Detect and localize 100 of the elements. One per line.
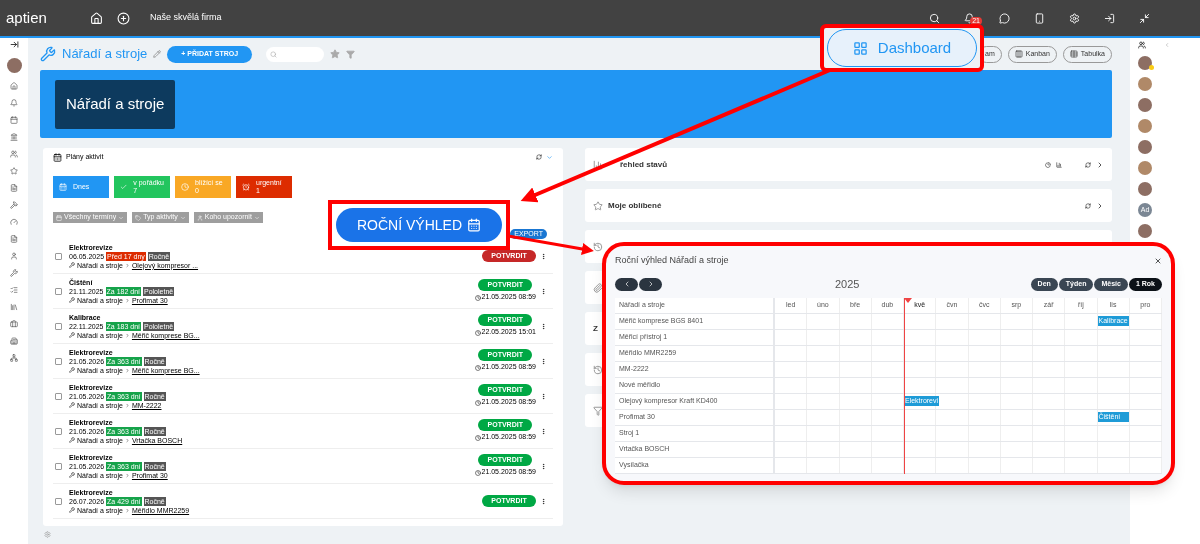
tag-icon bbox=[135, 214, 142, 221]
nav-icon[interactable] bbox=[10, 235, 18, 243]
chevron-icon bbox=[124, 437, 130, 443]
chevron-icon bbox=[179, 214, 186, 221]
check-icon bbox=[120, 183, 128, 191]
row-checkbox[interactable] bbox=[55, 497, 62, 505]
avatar[interactable] bbox=[1138, 77, 1152, 91]
search-icon[interactable] bbox=[929, 12, 940, 24]
columns-icon bbox=[1014, 50, 1023, 58]
home-icon[interactable] bbox=[90, 11, 103, 25]
previous-button[interactable] bbox=[615, 277, 638, 291]
avatar[interactable] bbox=[1138, 182, 1152, 196]
nav-icon[interactable] bbox=[10, 82, 18, 90]
row-checkbox[interactable] bbox=[55, 462, 62, 470]
avatar[interactable] bbox=[1138, 119, 1152, 133]
nav-icon[interactable] bbox=[10, 99, 18, 107]
year-view-button[interactable]: ROČNÍ VÝHLED bbox=[336, 208, 502, 242]
user-avatar[interactable] bbox=[6, 58, 22, 73]
tools-icon bbox=[69, 437, 75, 443]
star-icon bbox=[593, 200, 603, 211]
tools-icon bbox=[40, 46, 56, 62]
banner-title: Nářadí a stroje bbox=[55, 79, 176, 129]
avatar[interactable] bbox=[1138, 161, 1152, 175]
clock-icon bbox=[474, 294, 481, 301]
paperclip-icon bbox=[593, 282, 603, 293]
company-name[interactable]: Naše skvělá firma bbox=[150, 11, 222, 25]
close-icon[interactable] bbox=[1154, 257, 1162, 265]
chevron-icon bbox=[124, 367, 130, 373]
nav-icon[interactable] bbox=[10, 184, 18, 192]
chevron-icon[interactable] bbox=[1096, 201, 1104, 210]
table-icon bbox=[1069, 50, 1078, 58]
chat-icon[interactable] bbox=[999, 12, 1010, 24]
avatar[interactable] bbox=[1138, 56, 1152, 70]
row-checkbox[interactable] bbox=[55, 252, 62, 260]
nav-icon[interactable] bbox=[10, 269, 18, 277]
chevron-icon bbox=[124, 332, 130, 338]
row-checkbox[interactable] bbox=[55, 287, 62, 295]
collapse-icon[interactable] bbox=[1139, 12, 1150, 24]
row-checkbox[interactable] bbox=[55, 357, 62, 365]
logout-icon[interactable] bbox=[1104, 12, 1115, 24]
calendar-icon bbox=[467, 218, 481, 232]
calendar-icon bbox=[56, 214, 62, 221]
widget-title: řehled stavů bbox=[620, 158, 668, 171]
nav-icon[interactable] bbox=[10, 286, 18, 294]
tools-icon bbox=[69, 262, 75, 268]
clock-icon bbox=[474, 399, 481, 406]
search-field[interactable] bbox=[266, 46, 325, 62]
nav-icon[interactable] bbox=[10, 167, 18, 175]
clock-icon bbox=[474, 364, 481, 371]
chevron-icon bbox=[124, 402, 130, 408]
chevron-icon bbox=[124, 297, 130, 303]
add-icon[interactable] bbox=[117, 11, 130, 25]
avatar[interactable] bbox=[1138, 98, 1152, 112]
pie-chart-icon[interactable] bbox=[1045, 161, 1051, 168]
row-checkbox[interactable] bbox=[55, 392, 62, 400]
row-checkbox[interactable] bbox=[55, 427, 62, 435]
nav-icon[interactable] bbox=[10, 201, 18, 209]
tools-icon bbox=[69, 507, 75, 513]
nav-icon[interactable] bbox=[10, 303, 18, 311]
alarm-clock-icon bbox=[242, 183, 250, 191]
row-checkbox[interactable] bbox=[55, 322, 62, 330]
nav-icon[interactable] bbox=[10, 218, 18, 226]
nav-icon[interactable] bbox=[10, 320, 18, 328]
nav-icon[interactable] bbox=[10, 252, 18, 260]
refresh-icon[interactable] bbox=[1085, 202, 1091, 209]
refresh-icon[interactable] bbox=[536, 154, 542, 160]
chevron-icon bbox=[124, 262, 130, 268]
dashboard-button[interactable]: Dashboard bbox=[827, 29, 977, 67]
refresh-icon[interactable] bbox=[1085, 161, 1091, 168]
person-icon bbox=[196, 214, 203, 221]
expand-icon[interactable] bbox=[9, 40, 19, 49]
logo[interactable]: aptien bbox=[6, 6, 66, 30]
year-label: 2025 bbox=[835, 276, 860, 292]
users-icon[interactable] bbox=[1138, 41, 1146, 49]
tools-icon bbox=[69, 332, 75, 338]
widget-title: Z bbox=[593, 322, 598, 335]
history-icon bbox=[593, 241, 603, 252]
next-button[interactable] bbox=[639, 277, 662, 291]
nav-icon[interactable] bbox=[10, 116, 18, 124]
calendar-icon bbox=[59, 183, 67, 191]
clock-icon bbox=[474, 329, 481, 336]
filter-icon bbox=[593, 405, 603, 416]
avatar[interactable] bbox=[1138, 224, 1152, 238]
chevron-icon[interactable] bbox=[1096, 160, 1104, 169]
tools-icon bbox=[69, 402, 75, 408]
nav-icon[interactable] bbox=[10, 354, 18, 362]
nav-icon[interactable] bbox=[10, 133, 18, 141]
history-icon bbox=[593, 364, 603, 375]
nav-icon[interactable] bbox=[10, 337, 18, 345]
nav-icon[interactable] bbox=[10, 150, 18, 158]
page-title: Nářadí a stroje bbox=[62, 45, 148, 64]
search-icon bbox=[270, 50, 278, 58]
phone-icon[interactable] bbox=[1034, 12, 1045, 24]
chevron-icon bbox=[118, 214, 125, 221]
bar-chart-icon[interactable] bbox=[1056, 161, 1062, 168]
avatar[interactable] bbox=[1138, 140, 1152, 154]
tools-icon bbox=[69, 297, 75, 303]
chevron-icon bbox=[124, 507, 130, 513]
grid-icon bbox=[852, 40, 868, 56]
star-icon[interactable] bbox=[330, 49, 341, 59]
